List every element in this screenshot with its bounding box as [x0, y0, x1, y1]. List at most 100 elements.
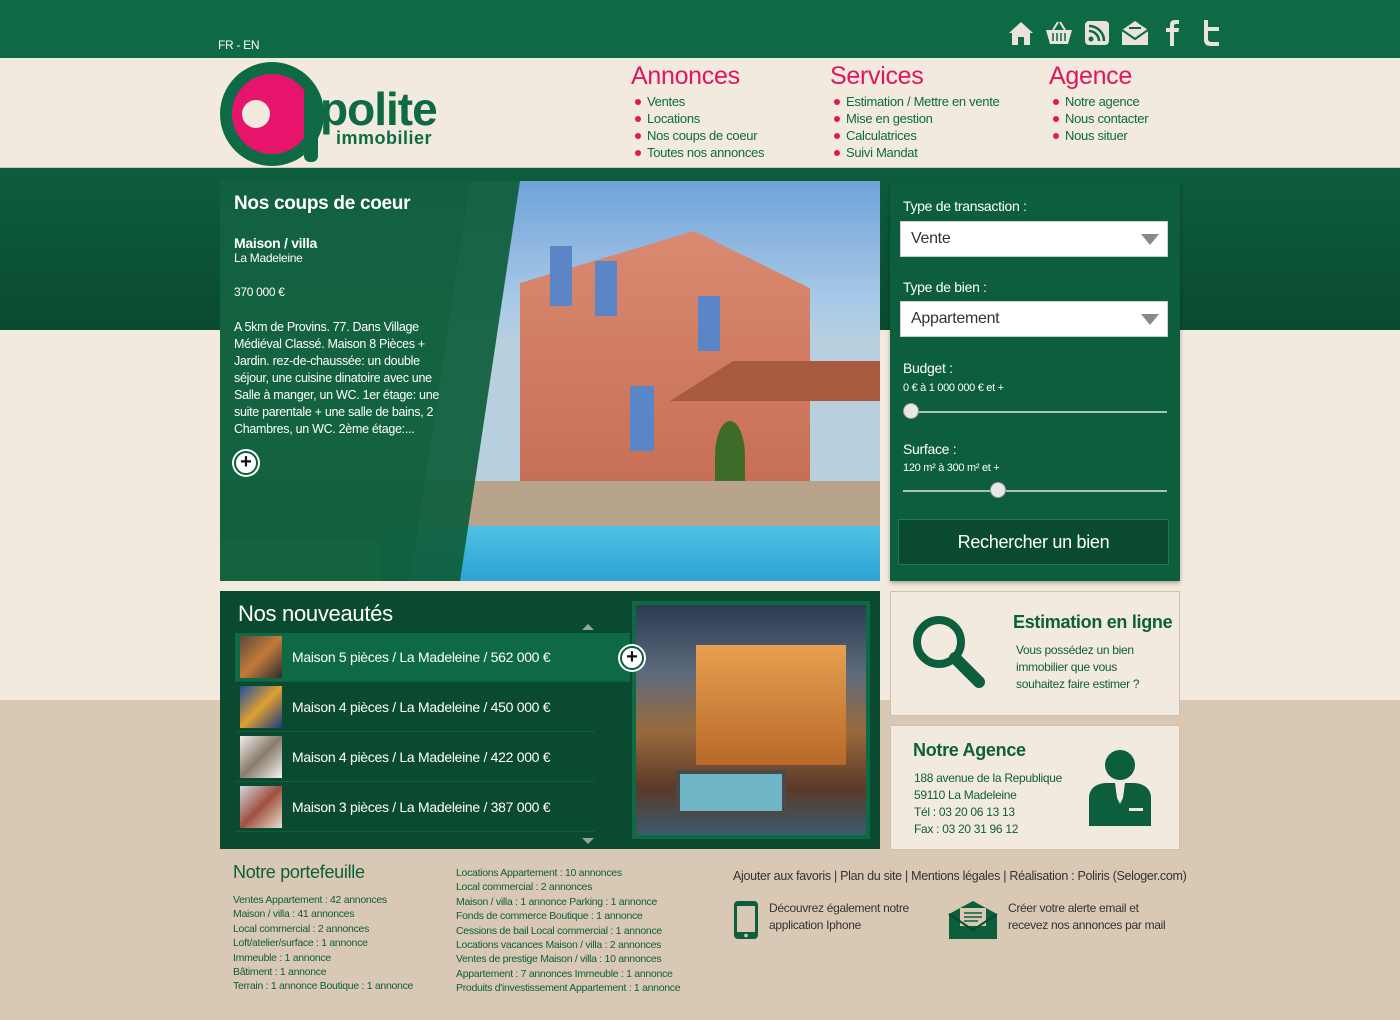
home-icon[interactable]: [1006, 18, 1036, 48]
budget-slider-handle[interactable]: [903, 403, 919, 419]
portefeuille-item[interactable]: Maison / villa : 1 annonce Parking : 1 a…: [456, 895, 680, 909]
nav-item-suivi-mandat[interactable]: Suivi Mandat: [834, 144, 999, 161]
agence-address: 188 avenue de la Republique 59110 La Mad…: [914, 770, 1062, 838]
portefeuille-item[interactable]: Ventes Appartement : 42 annonces: [233, 893, 413, 907]
estimation-box[interactable]: Estimation en ligne Vous possédez un bie…: [890, 591, 1180, 716]
portefeuille-item[interactable]: Immeuble : 1 annonce: [233, 951, 413, 965]
logo-mark-dot: [242, 100, 270, 128]
scroll-down-icon[interactable]: [582, 838, 594, 844]
portefeuille-item[interactable]: Ventes de prestige Maison / villa : 10 a…: [456, 952, 680, 966]
app-text: Découvrez également notre application Ip…: [769, 901, 909, 932]
nav-item-nous-situer[interactable]: Nous situer: [1053, 127, 1148, 144]
listing-thumbnail: [240, 636, 282, 678]
list-item[interactable]: Maison 3 pièces / La Madeleine / 387 000…: [235, 783, 595, 832]
portefeuille-item[interactable]: Bâtiment : 1 annonce: [233, 965, 413, 979]
nav-item-nous-contacter[interactable]: Nous contacter: [1053, 110, 1149, 127]
nav-item-ventes[interactable]: Ventes: [635, 93, 764, 110]
nav-title-annonces[interactable]: Annonces: [631, 62, 764, 91]
portefeuille-item[interactable]: Appartement : 7 annonces Immeuble : 1 an…: [456, 967, 680, 981]
basket-icon[interactable]: [1044, 18, 1074, 48]
listing-thumbnail: [240, 686, 282, 728]
featured-text: Nos coups de coeur Maison / villa La Mad…: [234, 193, 439, 438]
footer-links[interactable]: Ajouter aux favoris | Plan du site | Men…: [733, 869, 1187, 883]
surface-slider-handle[interactable]: [989, 482, 1006, 498]
portefeuille-item[interactable]: Loft/atelier/surface : 1 annonce: [233, 936, 413, 950]
listing-thumbnail: [240, 786, 282, 828]
portefeuille-item[interactable]: Locations Appartement : 10 annonces: [456, 866, 680, 880]
scroll-up-icon[interactable]: [582, 624, 594, 630]
portefeuille-item[interactable]: Fonds de commerce Boutique : 1 annonce: [456, 909, 680, 923]
portefeuille-item[interactable]: Local commercial : 2 annonces: [456, 880, 680, 894]
iphone-app-promo[interactable]: Découvrez également notre application Ip…: [733, 900, 919, 940]
portefeuille-item[interactable]: Maison / villa : 41 annonces: [233, 907, 413, 921]
email-alert-promo[interactable]: Créer votre alerte email et recevez nos …: [948, 900, 1178, 940]
nouveaute-more-button[interactable]: +: [620, 646, 644, 670]
nav-item-calculatrices[interactable]: Calculatrices: [834, 127, 999, 144]
twitter-icon[interactable]: [1196, 18, 1226, 48]
bien-select[interactable]: Appartement: [900, 301, 1168, 337]
top-icons: [1006, 18, 1226, 48]
agence-box[interactable]: Notre Agence 188 avenue de la Republique…: [890, 725, 1180, 850]
nav-item-estimation[interactable]: Estimation / Mettre en vente: [834, 93, 1000, 110]
featured-property[interactable]: Nos coups de coeur Maison / villa La Mad…: [220, 181, 880, 581]
budget-label: Budget :: [903, 360, 953, 376]
nav-item-coups-de-coeur[interactable]: Nos coups de coeur: [635, 127, 764, 144]
listing-title: Maison 4 pièces / La Madeleine / 422 000…: [292, 749, 551, 765]
nouveaute-photo[interactable]: [632, 601, 870, 839]
chevron-down-icon: [1141, 314, 1159, 325]
list-item[interactable]: Maison 4 pièces / La Madeleine / 450 000…: [235, 683, 595, 732]
nav-services: Services Estimation / Mettre en vente Mi…: [830, 62, 1000, 161]
featured-description: A 5km de Provins. 77. Dans Village Médié…: [234, 320, 440, 436]
portefeuille-item[interactable]: Produits d'investissement Appartement : …: [456, 981, 681, 995]
budget-slider-track[interactable]: [903, 411, 1167, 413]
nav-item-mise-en-gestion[interactable]: Mise en gestion: [834, 110, 999, 127]
rss-icon[interactable]: [1082, 18, 1112, 48]
facebook-icon[interactable]: [1158, 18, 1188, 48]
nav-item-toutes-annonces[interactable]: Toutes nos annonces: [635, 144, 764, 161]
nav-title-agence[interactable]: Agence: [1049, 62, 1148, 91]
mail-icon[interactable]: [1120, 18, 1150, 48]
nav-agence: Agence Notre agence Nous contacter Nous …: [1049, 62, 1149, 144]
smartphone-icon: [734, 901, 758, 939]
bien-label: Type de bien :: [903, 279, 987, 295]
nav-title-services[interactable]: Services: [830, 62, 999, 91]
list-item[interactable]: Maison 5 pièces / La Madeleine / 562 000…: [235, 633, 630, 682]
portefeuille-item[interactable]: Cessions de bail Local commercial : 1 an…: [456, 924, 680, 938]
portefeuille-item[interactable]: Local commercial : 2 annonces: [233, 922, 413, 936]
surface-slider-track[interactable]: [903, 490, 1167, 492]
transaction-value: Vente: [911, 230, 951, 247]
address-line1: 188 avenue de la Republique: [914, 771, 1063, 785]
featured-city: La Madeleine: [234, 251, 303, 265]
address-line2: 59110 La Madeleine: [914, 788, 1017, 802]
listing-title: Maison 4 pièces / La Madeleine / 450 000…: [292, 699, 551, 715]
budget-range: 0 € à 1 000 000 € et +: [903, 382, 1004, 394]
estimation-title: Estimation en ligne: [1013, 612, 1173, 632]
logo-subtitle: immobilier: [336, 128, 433, 148]
surface-label: Surface :: [903, 441, 957, 457]
search-panel: Type de transaction : Vente Type de bien…: [890, 181, 1180, 581]
alert-text: Créer votre alerte email et recevez nos …: [1008, 901, 1166, 932]
bien-value: Appartement: [911, 310, 1000, 327]
agent-person-icon: [1089, 750, 1151, 826]
portefeuille-item[interactable]: Locations vacances Maison / villa : 2 an…: [456, 938, 680, 952]
list-item[interactable]: Maison 4 pièces / La Madeleine / 422 000…: [235, 733, 595, 782]
agence-title: Notre Agence: [913, 740, 1026, 760]
featured-more-button[interactable]: +: [234, 451, 258, 475]
nav-item-notre-agence[interactable]: Notre agence: [1053, 93, 1148, 110]
listing-title: Maison 5 pièces / La Madeleine / 562 000…: [292, 649, 551, 665]
surface-range: 120 m² à 300 m² et +: [903, 462, 1000, 474]
featured-price: 370 000 €: [234, 285, 285, 299]
language-switch[interactable]: FR - EN: [218, 38, 260, 52]
listing-title: Maison 3 pièces / La Madeleine / 387 000…: [292, 799, 551, 815]
portefeuille-title: Notre portefeuille: [233, 862, 365, 882]
transaction-select[interactable]: Vente: [900, 221, 1168, 257]
nav-item-locations[interactable]: Locations: [635, 110, 764, 127]
portefeuille-item[interactable]: Terrain : 1 annonce Boutique : 1 annonce: [233, 979, 413, 993]
fax-number: Fax : 03 20 31 96 12: [914, 822, 1019, 836]
magnifier-icon: [913, 616, 985, 688]
site-logo[interactable]: polite immobilier: [220, 62, 480, 166]
listing-thumbnail: [240, 736, 282, 778]
featured-heading: Nos coups de coeur: [234, 193, 411, 214]
portefeuille-col2: Locations Appartement : 10 annonces Loca…: [456, 866, 681, 996]
search-button[interactable]: Rechercher un bien: [898, 519, 1169, 565]
